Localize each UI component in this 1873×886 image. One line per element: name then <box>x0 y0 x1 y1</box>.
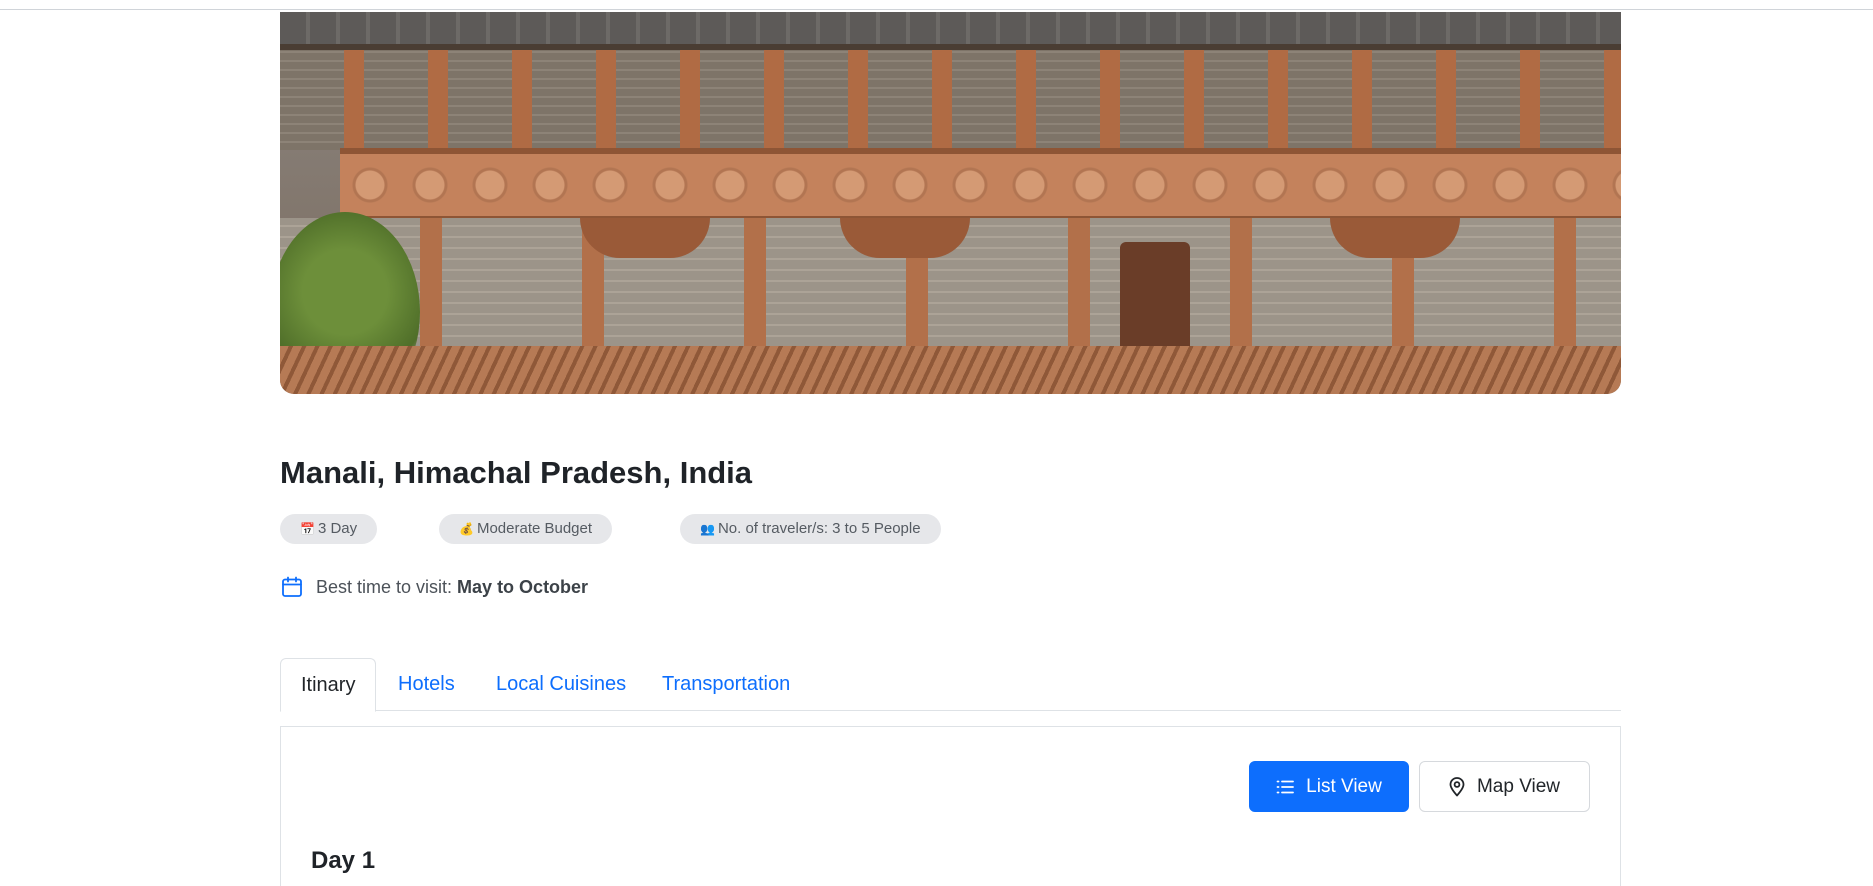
tab-hotels[interactable]: Hotels <box>378 658 475 711</box>
tab-itinary[interactable]: Itinary <box>280 658 377 712</box>
money-bag-icon: 💰 <box>459 522 474 536</box>
tab-local-cuisines[interactable]: Local Cuisines <box>476 658 646 711</box>
travelers-badge-label: No. of traveler/s: 3 to 5 People <box>717 520 921 537</box>
detail-tabs: Itinary Hotels Local Cuisines Transporta… <box>280 658 1621 712</box>
travelers-badge: 👥 No. of traveler/s: 3 to 5 People <box>680 514 941 544</box>
destination-title: Manali, Himachal Pradesh, India <box>280 455 753 490</box>
hero-image <box>280 12 1621 394</box>
best-time-row: Best time to visit: May to October <box>280 574 588 600</box>
list-view-label: List View <box>1306 775 1382 797</box>
list-view-button[interactable]: List View <box>1249 761 1409 812</box>
map-pin-icon <box>1449 776 1465 796</box>
budget-badge: 💰 Moderate Budget <box>439 514 613 544</box>
map-view-label: Map View <box>1476 775 1561 797</box>
calendar-emoji-icon: 📅 <box>300 522 315 536</box>
tab-transportation[interactable]: Transportation <box>642 658 810 711</box>
duration-badge: 📅 3 Day <box>280 514 378 544</box>
people-icon: 👥 <box>700 522 715 536</box>
duration-badge-label: 3 Day <box>317 520 358 537</box>
day-heading: Day 1 <box>311 847 376 874</box>
top-divider <box>0 0 1873 10</box>
calendar-icon <box>282 576 302 597</box>
best-time-value: May to October <box>457 576 589 597</box>
best-time-label: Best time to visit: <box>316 576 453 597</box>
itinerary-panel: List View Map View Day 1 <box>280 726 1621 886</box>
map-view-button[interactable]: Map View <box>1419 761 1590 812</box>
budget-badge-label: Moderate Budget <box>476 520 593 537</box>
list-icon <box>1276 780 1295 793</box>
